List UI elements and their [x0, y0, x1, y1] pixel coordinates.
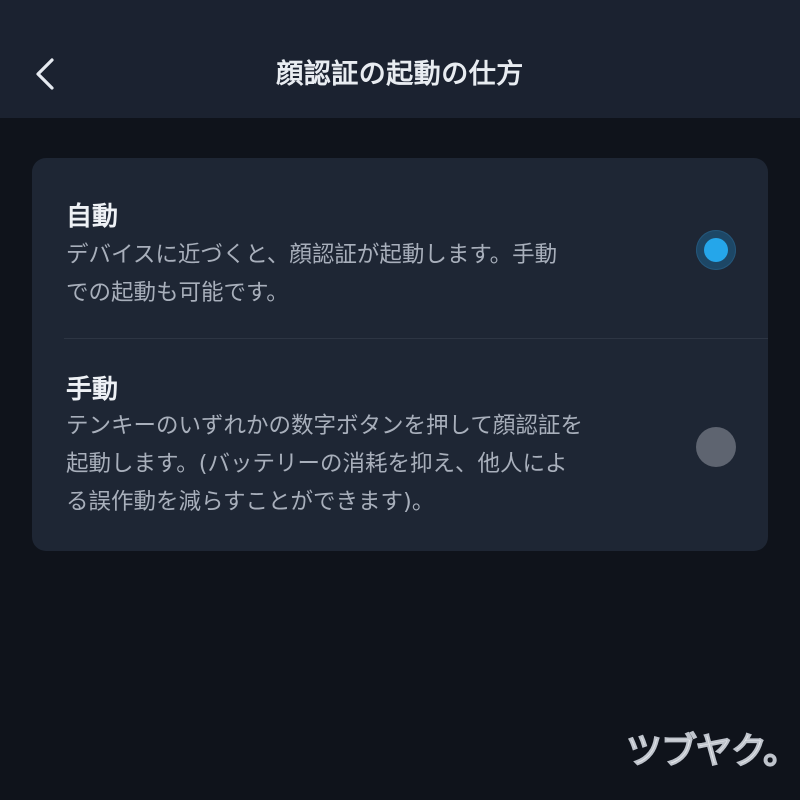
option-auto-title: 自動	[66, 202, 119, 232]
option-manual-description: テンキーのいずれかの数字ボタンを押して顔認証を 起動します。(バッテリーの消耗を…	[66, 407, 676, 521]
radio-manual-unselected[interactable]	[696, 427, 736, 467]
option-manual-title: 手動	[66, 375, 119, 405]
option-manual-description-line: 起動します。(バッテリーの消耗を抑え、他人によ	[66, 451, 568, 477]
option-auto-description-line: デバイスに近づくと、顔認証が起動します。手動	[66, 242, 558, 268]
option-auto[interactable]: 自動 デバイスに近づくと、顔認証が起動します。手動 での起動も可能です。	[32, 158, 768, 338]
option-manual-description-line: る誤作動を減らすことができます)。	[66, 489, 435, 515]
watermark-logo: ツブヤク。	[625, 731, 799, 773]
options-card: 自動 デバイスに近づくと、顔認証が起動します。手動 での起動も可能です。 手動 …	[32, 158, 768, 551]
radio-auto-selected[interactable]	[696, 230, 736, 270]
option-manual[interactable]: 手動 テンキーのいずれかの数字ボタンを押して顔認証を 起動します。(バッテリーの…	[32, 339, 768, 551]
app-header: 顔認証の起動の仕方	[0, 0, 800, 118]
option-auto-description: デバイスに近づくと、顔認証が起動します。手動 での起動も可能です。	[66, 236, 676, 312]
option-manual-description-line: テンキーのいずれかの数字ボタンを押して顔認証を	[66, 413, 583, 439]
settings-screen: 顔認証の起動の仕方 自動 デバイスに近づくと、顔認証が起動します。手動 での起動…	[0, 0, 800, 800]
page-title: 顔認証の起動の仕方	[276, 59, 524, 90]
option-auto-description-line: での起動も可能です。	[66, 280, 289, 306]
